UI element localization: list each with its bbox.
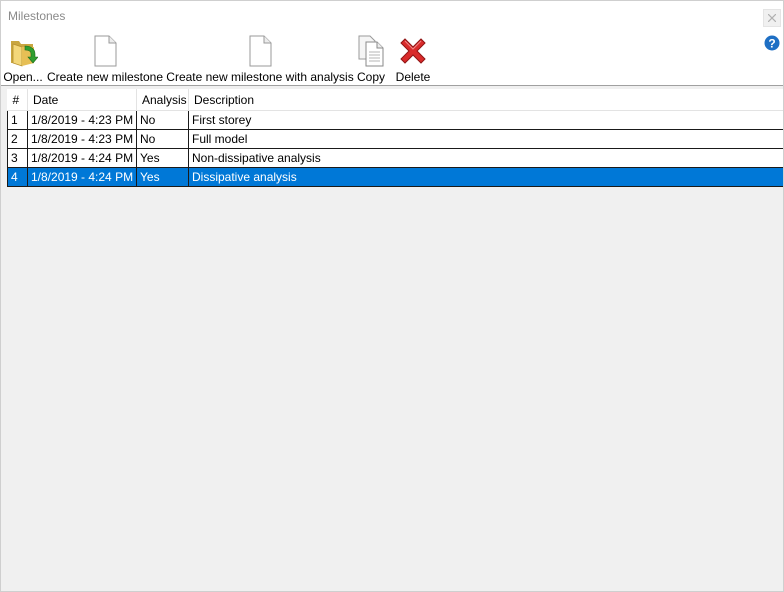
close-button[interactable] bbox=[763, 9, 781, 27]
column-header-date[interactable]: Date bbox=[27, 89, 137, 111]
folder-open-icon bbox=[11, 41, 38, 67]
create-milestone-analysis-label: Create new milestone with analysis bbox=[166, 70, 354, 84]
delete-x-icon bbox=[400, 38, 426, 64]
milestones-table: # Date Analysis Description 1 1/8/2019 -… bbox=[7, 89, 783, 187]
cell-date[interactable]: 1/8/2019 - 4:24 PM bbox=[27, 148, 137, 168]
cell-analysis[interactable]: Yes bbox=[136, 167, 189, 187]
cell-number[interactable]: 3 bbox=[7, 148, 28, 168]
cell-date[interactable]: 1/8/2019 - 4:24 PM bbox=[27, 167, 137, 187]
cell-description[interactable]: Dissipative analysis bbox=[188, 167, 783, 187]
create-milestone-label: Create new milestone bbox=[46, 70, 164, 84]
toolbar: Open... Create new milestone Create new … bbox=[1, 31, 783, 85]
svg-text:?: ? bbox=[768, 36, 775, 50]
cell-analysis[interactable]: Yes bbox=[136, 148, 189, 168]
column-header-analysis[interactable]: Analysis bbox=[136, 89, 189, 111]
table-row[interactable]: 1 1/8/2019 - 4:23 PM No First storey bbox=[7, 110, 783, 130]
column-header-number[interactable]: # bbox=[7, 89, 28, 111]
new-document-icon bbox=[94, 35, 117, 67]
delete-button[interactable]: Delete bbox=[393, 31, 433, 85]
table-row-selected[interactable]: 4 1/8/2019 - 4:24 PM Yes Dissipative ana… bbox=[7, 167, 783, 187]
create-milestone-button[interactable]: Create new milestone bbox=[46, 31, 164, 85]
cell-analysis[interactable]: No bbox=[136, 129, 189, 149]
close-icon bbox=[768, 14, 776, 22]
cell-date[interactable]: 1/8/2019 - 4:23 PM bbox=[27, 110, 137, 130]
cell-number[interactable]: 1 bbox=[7, 110, 28, 130]
open-label: Open... bbox=[3, 70, 43, 84]
copy-button[interactable]: Copy bbox=[355, 31, 387, 85]
window-title: Milestones bbox=[8, 9, 66, 23]
column-header-description[interactable]: Description bbox=[188, 89, 783, 111]
title-bar: Milestones bbox=[1, 1, 783, 31]
cell-description[interactable]: Full model bbox=[188, 129, 783, 149]
copy-label: Copy bbox=[356, 70, 385, 84]
help-icon[interactable]: ? bbox=[764, 35, 780, 51]
cell-analysis[interactable]: No bbox=[136, 110, 189, 130]
cell-date[interactable]: 1/8/2019 - 4:23 PM bbox=[27, 129, 137, 149]
cell-number[interactable]: 2 bbox=[7, 129, 28, 149]
delete-label: Delete bbox=[395, 70, 431, 84]
milestones-window: Milestones Open... Create new milestone … bbox=[0, 0, 784, 592]
milestones-grid-area: # Date Analysis Description 1 1/8/2019 -… bbox=[1, 85, 783, 591]
cell-description[interactable]: Non-dissipative analysis bbox=[188, 148, 783, 168]
table-row[interactable]: 3 1/8/2019 - 4:24 PM Yes Non-dissipative… bbox=[7, 148, 783, 168]
create-milestone-analysis-button[interactable]: Create new milestone with analysis bbox=[166, 31, 354, 85]
table-row[interactable]: 2 1/8/2019 - 4:23 PM No Full model bbox=[7, 129, 783, 149]
cell-description[interactable]: First storey bbox=[188, 110, 783, 130]
cell-number[interactable]: 4 bbox=[7, 167, 28, 187]
table-header-row: # Date Analysis Description bbox=[7, 89, 783, 111]
new-document-icon bbox=[249, 35, 272, 67]
copy-icon bbox=[358, 35, 384, 67]
open-button[interactable]: Open... bbox=[3, 31, 43, 85]
